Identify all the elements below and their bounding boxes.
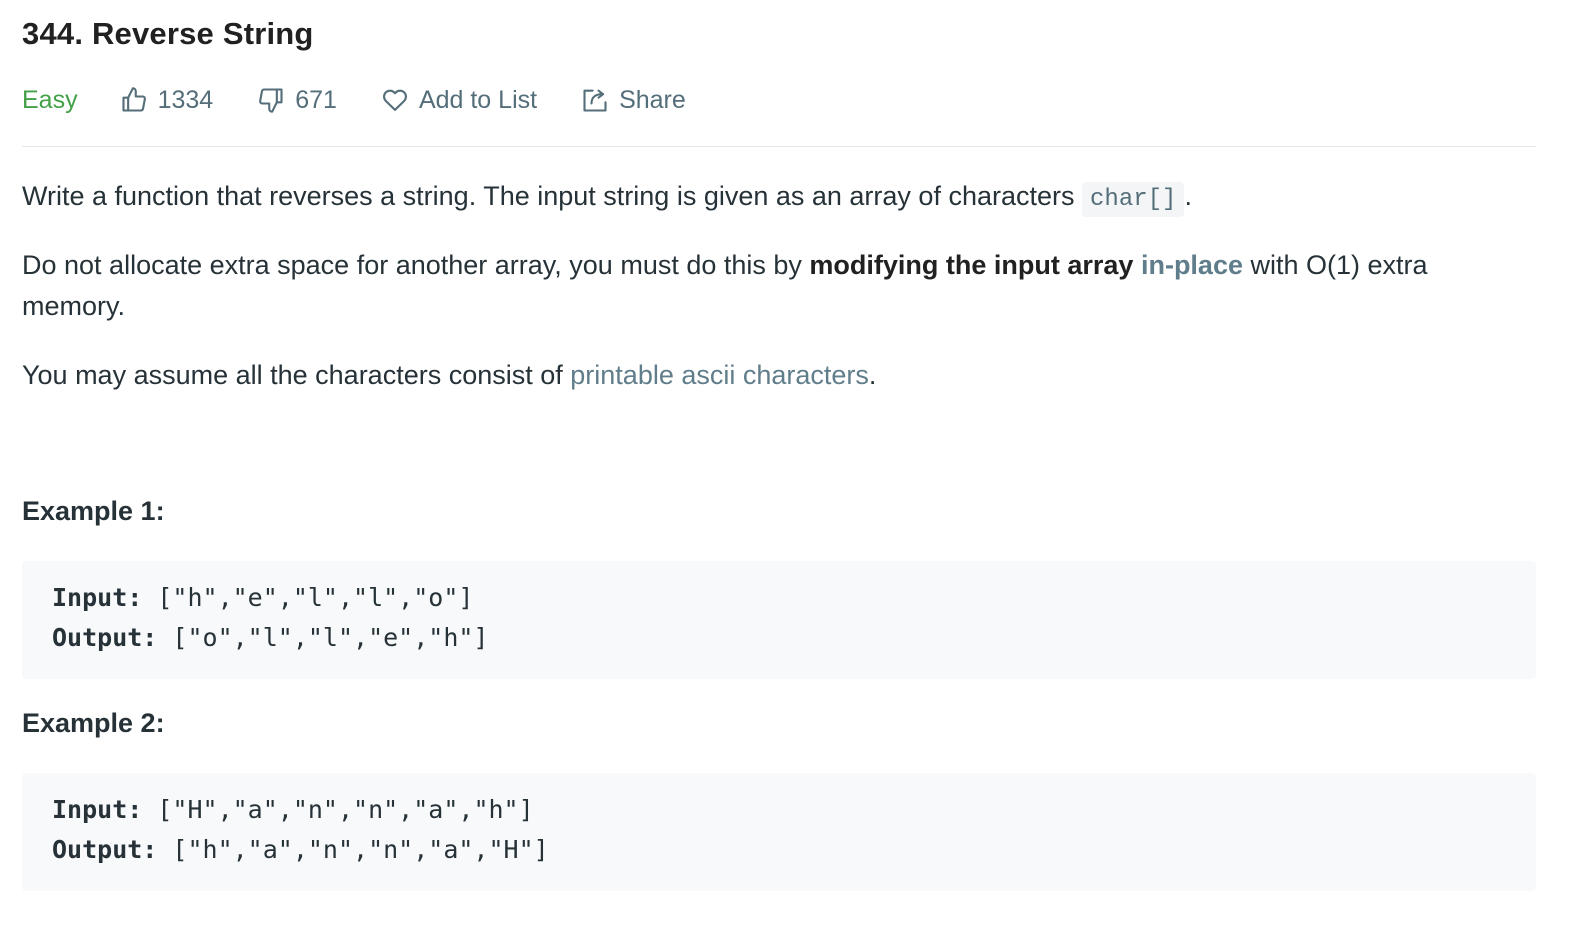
description-text: You may assume all the characters consis…: [22, 360, 571, 390]
example-2-code-block: Input: ["H","a","n","n","a","h"] Output:…: [22, 773, 1536, 891]
output-value: ["h","a","n","n","a","H"]: [157, 835, 549, 864]
description-paragraph-3: You may assume all the characters consis…: [22, 355, 1536, 396]
example-2-input-line: Input: ["H","a","n","n","a","h"]: [52, 795, 534, 824]
inline-code-char-array: char[]: [1082, 182, 1185, 217]
difficulty-badge: Easy: [22, 85, 78, 114]
description-paragraph-2: Do not allocate extra space for another …: [22, 245, 1536, 327]
example-2-output-line: Output: ["h","a","n","n","a","H"]: [52, 835, 549, 864]
add-to-list-button[interactable]: Add to List: [381, 86, 537, 115]
example-1-output-line: Output: ["o","l","l","e","h"]: [52, 623, 489, 652]
output-value: ["o","l","l","e","h"]: [157, 623, 489, 652]
example-1-heading: Example 1:: [22, 496, 165, 526]
dislike-count: 671: [295, 85, 337, 114]
header-divider: [22, 146, 1536, 147]
example-1-code-block: Input: ["h","e","l","l","o"] Output: ["o…: [22, 561, 1536, 679]
share-button[interactable]: Share: [581, 86, 686, 115]
heart-icon: [382, 89, 407, 111]
printable-ascii-link[interactable]: printable ascii characters: [570, 360, 869, 390]
dislike-button[interactable]: 671: [257, 86, 337, 115]
example-1-input-line: Input: ["h","e","l","l","o"]: [52, 583, 473, 612]
like-button[interactable]: 1334: [120, 85, 214, 115]
description-text: Do not allocate extra space for another …: [22, 250, 810, 280]
share-icon: [583, 89, 607, 112]
share-label: Share: [619, 85, 686, 114]
in-place-link[interactable]: in-place: [1141, 250, 1243, 280]
problem-title: 344. Reverse String: [22, 16, 314, 51]
input-label: Input:: [52, 583, 143, 612]
output-label: Output:: [52, 835, 158, 864]
thumbs-up-icon: [122, 87, 146, 112]
output-label: Output:: [52, 623, 158, 652]
input-value: ["h","e","l","l","o"]: [142, 583, 474, 612]
description-text: Write a function that reverses a string.…: [22, 181, 1083, 211]
thumbs-down-icon: [259, 88, 283, 113]
input-value: ["H","a","n","n","a","h"]: [142, 795, 534, 824]
add-to-list-label: Add to List: [418, 85, 538, 114]
problem-meta-bar: Easy 1334 671 Add to List Share: [22, 82, 730, 118]
description-text: .: [868, 360, 877, 390]
input-label: Input:: [52, 795, 143, 824]
description-paragraph-1: Write a function that reverses a string.…: [22, 176, 1536, 220]
bold-text: modifying the input array: [809, 250, 1134, 280]
example-2-heading: Example 2:: [22, 708, 165, 738]
like-count: 1334: [157, 85, 214, 114]
description-text: .: [1184, 181, 1192, 211]
